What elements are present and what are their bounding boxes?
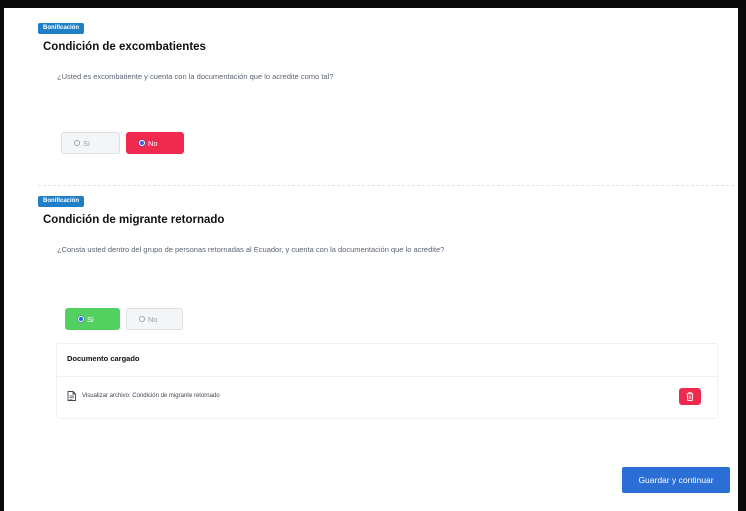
view-file-link[interactable]: Visualizar archivo: Condición de migrant… [67, 391, 220, 401]
radio-icon [139, 316, 145, 322]
document-card-title: Documento cargado [67, 354, 140, 363]
section-title-excombatientes: Condición de excombatientes [43, 41, 206, 53]
radio-checked-icon [139, 140, 145, 146]
option-si-migrante[interactable]: Si [65, 308, 120, 330]
trash-icon [686, 392, 694, 401]
radio-icon [74, 140, 80, 146]
bonus-badge: Bonificación [38, 196, 85, 207]
option-label: No [148, 138, 158, 148]
bonus-badge: Bonificación [38, 23, 85, 34]
option-si-excombatientes[interactable]: Si [61, 132, 120, 154]
question-migrante: ¿Consta usted dentro del grupo de person… [57, 245, 445, 254]
section-divider [38, 185, 734, 186]
uploaded-document-card: Documento cargado Visualizar archivo: Co… [56, 343, 718, 419]
option-label: Si [83, 138, 90, 148]
option-no-excombatientes[interactable]: No [126, 132, 184, 154]
card-divider [57, 376, 717, 377]
option-label: Si [87, 314, 94, 324]
view-file-label: Visualizar archivo: Condición de migrant… [82, 393, 220, 399]
section-title-migrante: Condición de migrante retornado [43, 214, 225, 226]
option-label: No [148, 314, 158, 324]
save-continue-button[interactable]: Guardar y continuar [622, 467, 730, 493]
delete-document-button[interactable] [679, 388, 701, 405]
file-icon [67, 391, 76, 401]
question-excombatientes: ¿Usted es excombatiente y cuenta con la … [57, 72, 334, 81]
option-no-migrante[interactable]: No [126, 308, 183, 330]
radio-checked-icon [78, 316, 84, 322]
